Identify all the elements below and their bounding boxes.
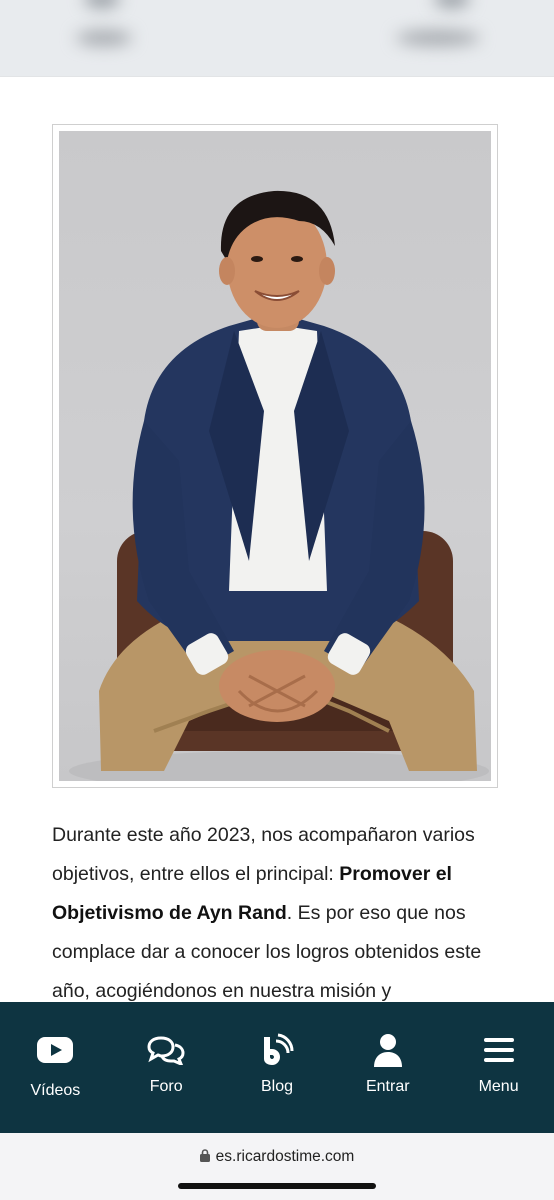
blurred-icon-right [434,0,470,8]
blurred-icon-left [84,0,120,8]
youtube-icon [37,1030,74,1070]
blurred-header [0,0,554,77]
nav-label-videos: Vídeos [30,1082,81,1099]
article-photo-frame [52,124,498,788]
chat-bubbles-icon [147,1030,185,1070]
nav-label-blog: Blog [260,1078,293,1095]
nav-item-foro[interactable]: Foro [111,1030,221,1096]
person-photo [59,131,491,781]
article-text: Durante este año 2023, nos acompañaron v… [52,816,512,1011]
nav-label-menu: Menu [478,1078,519,1095]
blurred-label-right [396,30,480,46]
user-icon [373,1030,403,1070]
nav-item-videos[interactable]: Vídeos [0,1030,110,1100]
browser-address-bar[interactable]: es.ricardostime.com [0,1133,554,1200]
url-text: es.ricardostime.com [215,1148,355,1165]
blurred-label-left [76,30,132,46]
nav-label-foro: Foro [149,1078,183,1095]
blog-feed-icon [260,1030,294,1070]
nav-item-menu[interactable]: Menu [444,1030,554,1096]
hamburger-icon [483,1030,514,1070]
nav-item-entrar[interactable]: Entrar [333,1030,443,1096]
url-display[interactable]: es.ricardostime.com [0,1148,554,1167]
home-indicator[interactable] [178,1183,376,1189]
lock-icon [199,1149,210,1167]
nav-label-entrar: Entrar [365,1078,410,1095]
bottom-navigation: Vídeos Foro Blog Entrar Menu [0,1002,554,1133]
article-paragraph: Durante este año 2023, nos acompañaron v… [52,816,512,1011]
nav-item-blog[interactable]: Blog [222,1030,332,1096]
